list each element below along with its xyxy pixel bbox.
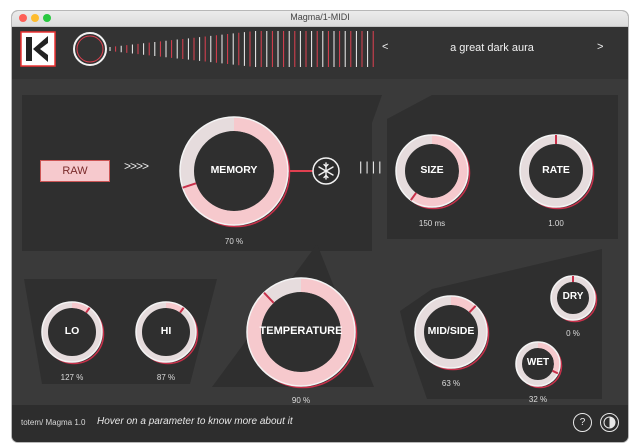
wet-knob[interactable]: WET [512,338,564,390]
plugin-window: Magma/1-MIDI < a great dark aura > RAW >… [12,11,628,442]
preset-prev-button[interactable]: < [382,41,388,53]
temperature-value: 90 % [291,396,311,405]
memory-value: 70 % [224,237,244,246]
wet-value: 32 % [528,395,548,404]
header-bar: < a great dark aura > [12,27,628,79]
rate-knob[interactable]: RATE [516,131,596,211]
size-knob[interactable]: SIZE [392,131,472,211]
main-panel: RAW >>>> |||| MEMORY 70 % SIZE 150 ms RATE 1.… [12,79,628,405]
dry-knob[interactable]: DRY [547,272,599,324]
midside-value: 63 % [441,379,461,388]
rate-value: 1.00 [548,219,564,228]
midside-knob[interactable]: MID/SIDE [411,292,491,372]
contrast-icon[interactable] [600,413,619,432]
totem-logo [20,31,56,67]
snowflake-icon[interactable] [312,157,340,185]
help-icon[interactable]: ? [573,413,592,432]
preset-name[interactable]: a great dark aura [412,42,572,54]
size-value: 150 ms [418,219,446,228]
lo-value: 127 % [60,373,84,382]
footer-bar: totem/ Magma 1.0 Hover on a parameter to… [12,405,628,442]
window-title: Magma/1-MIDI [290,12,350,22]
temperature-knob[interactable]: TEMPERATURE [243,274,359,390]
hi-value: 87 % [156,373,176,382]
dry-value: 0 % [566,329,580,338]
waveform-display [73,31,374,67]
hi-knob[interactable]: HI [132,298,200,366]
hint-text: Hover on a parameter to know more about … [97,416,293,427]
version-label: totem/ Magma 1.0 [21,418,86,427]
lo-knob[interactable]: LO [38,298,106,366]
title-bar: Magma/1-MIDI [12,11,628,27]
preset-next-button[interactable]: > [597,41,603,53]
memory-knob[interactable]: MEMORY [176,113,292,229]
